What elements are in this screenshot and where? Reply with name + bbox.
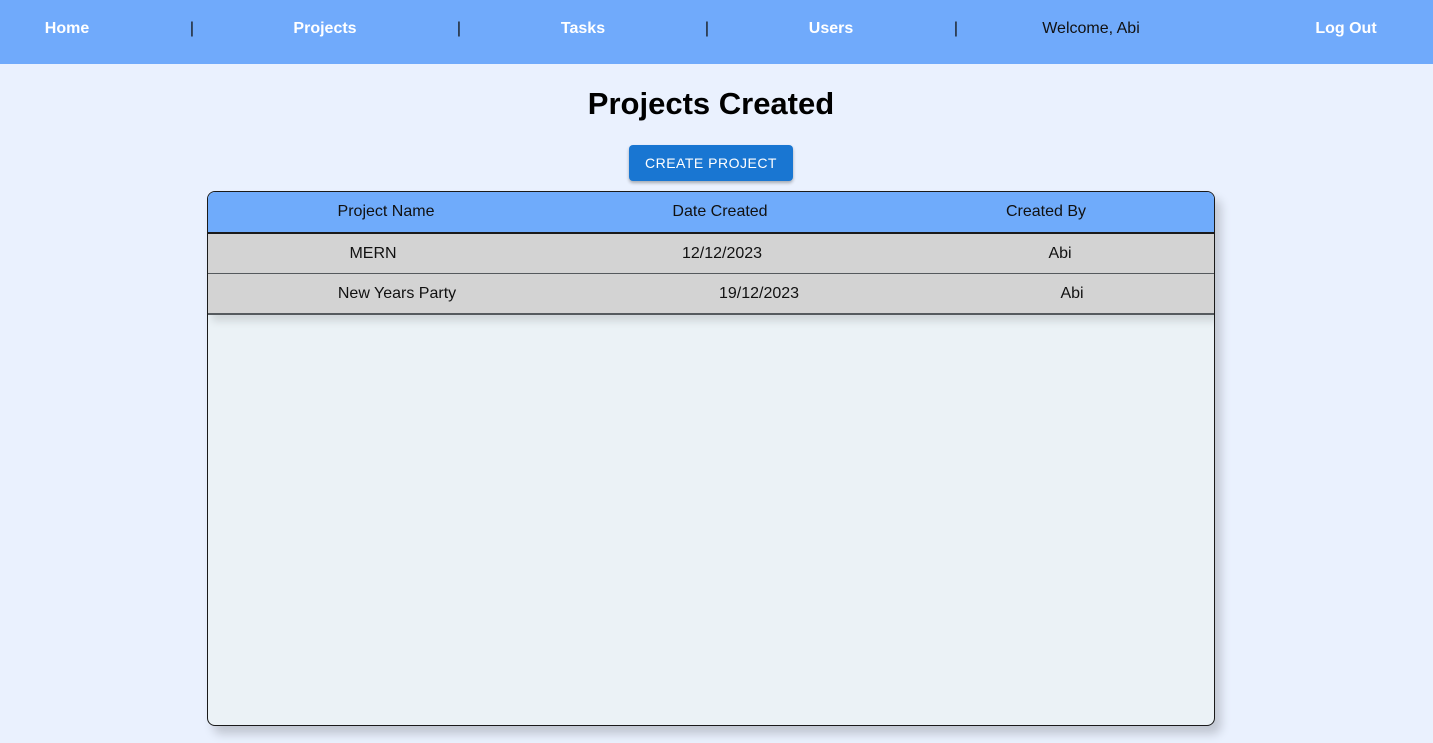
logout-link[interactable]: Log Out [1315,20,1376,38]
cell-date-created: 19/12/2023 [718,285,800,302]
nav-link-users[interactable]: Users [809,20,853,38]
cell-project-name: MERN [349,245,397,262]
cell-date-created: 12/12/2023 [681,245,763,262]
table-row[interactable]: MERN 12/12/2023 Abi [208,234,1214,275]
nav-link-projects[interactable]: Projects [293,20,356,38]
nav-separator: | [189,20,195,37]
column-header-date-created: Date Created [672,203,768,220]
nav-separator: | [953,20,959,37]
cell-project-name: New Years Party [337,285,457,302]
welcome-text: Welcome, Abi [1042,20,1140,37]
navbar: Home | Projects | Tasks | Users | Welcom… [0,0,1433,64]
cell-created-by: Abi [1060,285,1084,302]
nav-separator: | [704,20,710,37]
column-header-created-by: Created By [1005,203,1087,220]
table-row[interactable]: New Years Party 19/12/2023 Abi [208,274,1214,315]
nav-link-tasks[interactable]: Tasks [561,20,605,38]
projects-table: Project Name Date Created Created By MER… [207,191,1215,726]
nav-link-home[interactable]: Home [45,20,89,38]
nav-separator: | [456,20,462,37]
table-header-row: Project Name Date Created Created By [208,192,1214,234]
column-header-project-name: Project Name [337,203,435,220]
create-project-button[interactable]: CREATE PROJECT [629,145,793,181]
page-title: Projects Created [587,86,835,121]
cell-created-by: Abi [1048,245,1072,262]
